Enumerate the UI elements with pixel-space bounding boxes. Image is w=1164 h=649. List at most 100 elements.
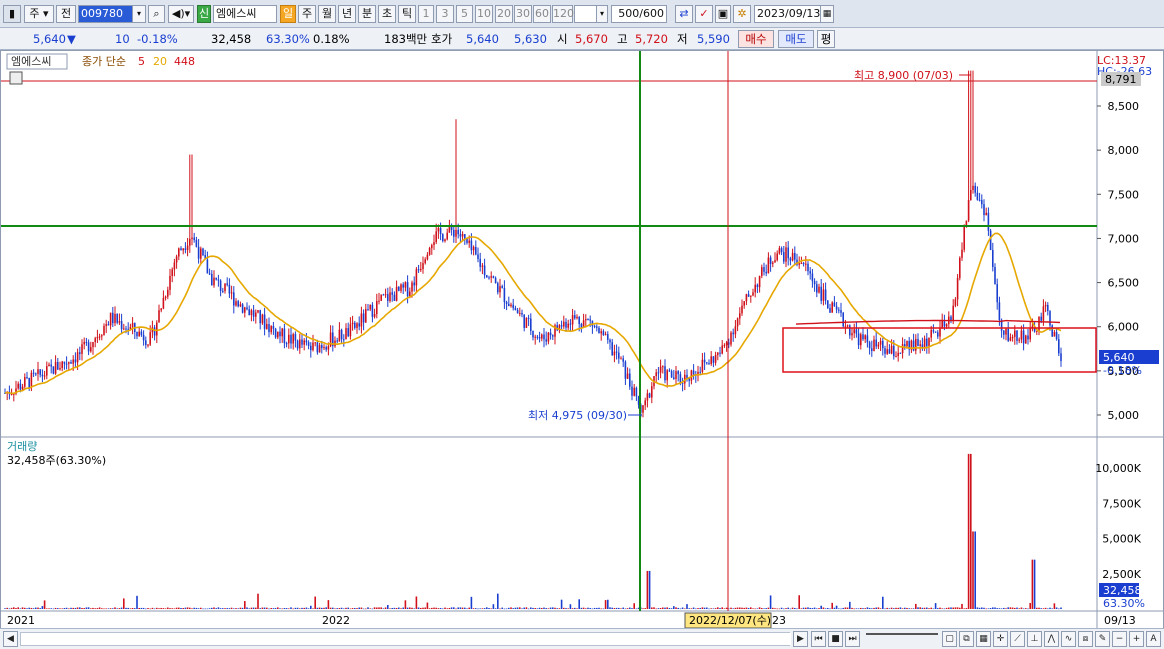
- zoom-out-icon[interactable]: −: [1112, 631, 1127, 647]
- volume-bar: [761, 608, 763, 609]
- volume-bar: [413, 608, 415, 610]
- candle-body: [624, 361, 627, 379]
- volume-bar: [213, 607, 215, 609]
- code-dropdown-icon[interactable]: ▾: [132, 5, 146, 23]
- volume-bar: [963, 608, 965, 609]
- tool-cross-icon[interactable]: ✛: [993, 631, 1008, 647]
- volume-bar: [915, 603, 917, 609]
- tab-tick[interactable]: 틱: [398, 5, 416, 23]
- tool-edit-icon[interactable]: ✎: [1095, 631, 1110, 647]
- eval-button[interactable]: 평: [817, 30, 835, 48]
- interval-20[interactable]: 20: [495, 5, 513, 23]
- new-badge[interactable]: 신: [197, 5, 211, 23]
- volume-bar: [250, 607, 253, 609]
- bid-ask-label: 호가: [431, 32, 453, 46]
- volume-bar: [754, 608, 756, 610]
- tool-layout-icon[interactable]: ⧈: [1078, 631, 1093, 647]
- tab-second[interactable]: 초: [378, 5, 396, 23]
- interval-120[interactable]: 120: [552, 5, 574, 23]
- candle-count-field[interactable]: 500/600: [611, 5, 667, 23]
- volume-bar: [395, 607, 398, 609]
- candle-body: [424, 259, 426, 264]
- search-icon[interactable]: ⌕: [148, 5, 165, 23]
- candle-body: [670, 371, 673, 378]
- candle-body: [1009, 337, 1012, 341]
- interval-60[interactable]: 60: [533, 5, 551, 23]
- candle-body: [521, 312, 523, 315]
- chart-svg[interactable]: 엠에스씨 종가 단순 5 20 448 최고 8,900 (07/03) 최저 …: [1, 51, 1163, 629]
- settings-gear-icon[interactable]: ✲: [733, 5, 751, 23]
- scroll-last-button[interactable]: ⏭: [845, 631, 860, 647]
- interval-30[interactable]: 30: [514, 5, 532, 23]
- candle-body: [494, 277, 497, 284]
- scroll-prev-button[interactable]: ■: [828, 631, 843, 647]
- tool-hline-icon[interactable]: ⊥: [1027, 631, 1042, 647]
- volume-bar: [15, 608, 17, 609]
- volume-bar: [930, 607, 932, 609]
- compare-icon[interactable]: ⇄: [675, 5, 693, 23]
- candle-body: [226, 283, 228, 285]
- interval-1[interactable]: 1: [418, 5, 434, 23]
- sell-button[interactable]: 매도: [778, 30, 814, 48]
- candle-body: [338, 329, 341, 342]
- tab-week[interactable]: 주: [298, 5, 316, 23]
- candle-body: [349, 324, 352, 337]
- scroll-thumb[interactable]: [21, 633, 791, 645]
- scroll-left-button[interactable]: ◀: [3, 631, 18, 647]
- volume-bar: [272, 608, 275, 609]
- custom-interval-dropdown-icon[interactable]: ▾: [596, 5, 608, 23]
- save-icon[interactable]: ▣: [715, 5, 731, 23]
- calendar-icon[interactable]: ▦: [820, 5, 834, 23]
- date-field[interactable]: 2023/09/13: [754, 5, 824, 23]
- candle-body: [739, 313, 741, 319]
- text-tool-icon[interactable]: A: [1146, 631, 1161, 647]
- volume-bar: [98, 607, 101, 609]
- tool-fib-icon[interactable]: ⋀: [1044, 631, 1059, 647]
- tab-day[interactable]: 일: [280, 5, 296, 23]
- prev-button[interactable]: 전: [56, 5, 76, 23]
- buy-button[interactable]: 매수: [738, 30, 774, 48]
- interval-3[interactable]: 3: [436, 5, 454, 23]
- scroll-track[interactable]: [20, 632, 791, 646]
- tool-wave-icon[interactable]: ∿: [1061, 631, 1076, 647]
- volume-bar: [873, 607, 875, 609]
- chart-area[interactable]: 엠에스씨 종가 단순 5 20 448 최고 8,900 (07/03) 최저 …: [0, 50, 1164, 630]
- candle-body: [992, 249, 994, 268]
- interval-5[interactable]: 5: [456, 5, 473, 23]
- speaker-icon[interactable]: ◀)▾: [168, 5, 194, 23]
- candle-body: [37, 369, 39, 374]
- scroll-first-button[interactable]: ⏮: [811, 631, 826, 647]
- volume-ratio: 63.30%: [266, 32, 310, 46]
- interval-10[interactable]: 10: [475, 5, 493, 23]
- grid-toggle-icon[interactable]: [9, 71, 23, 85]
- volume-bar: [675, 607, 677, 609]
- tab-month[interactable]: 월: [318, 5, 336, 23]
- stock-name-field[interactable]: 엠에스씨: [213, 5, 277, 23]
- volume-axis[interactable]: 10,000K 7,500K 5,000K 2,500K: [1095, 462, 1141, 581]
- period-unit-select[interactable]: 주 ▾: [24, 5, 54, 23]
- chart-type-icon[interactable]: ✓: [695, 5, 713, 23]
- scroll-right-button[interactable]: ▶: [793, 631, 808, 647]
- volume-bar: [301, 607, 303, 609]
- volume-bar: [747, 607, 750, 609]
- candle-body: [393, 294, 396, 301]
- volume-bar: [461, 607, 464, 609]
- tool-print-icon[interactable]: ▦: [976, 631, 991, 647]
- volume-bar: [321, 607, 323, 609]
- zoom-in-icon[interactable]: +: [1129, 631, 1144, 647]
- tool-copy-icon[interactable]: ⧉: [959, 631, 974, 647]
- tool-rect-icon[interactable]: ▢: [942, 631, 957, 647]
- volume-bar: [956, 607, 959, 609]
- low-price: 5,590: [697, 32, 730, 46]
- candle-body: [508, 303, 510, 307]
- zoom-slider[interactable]: [866, 633, 938, 645]
- volume-bar: [96, 608, 99, 609]
- chart-menu-icon[interactable]: ▮: [3, 5, 21, 23]
- candle-body: [336, 340, 338, 342]
- tab-minute[interactable]: 분: [358, 5, 376, 23]
- tab-year[interactable]: 년: [338, 5, 356, 23]
- volume-bar: [717, 607, 719, 609]
- tool-trend-icon[interactable]: ⟋: [1010, 631, 1025, 647]
- candle-body: [745, 294, 748, 302]
- volume-bar: [241, 607, 244, 609]
